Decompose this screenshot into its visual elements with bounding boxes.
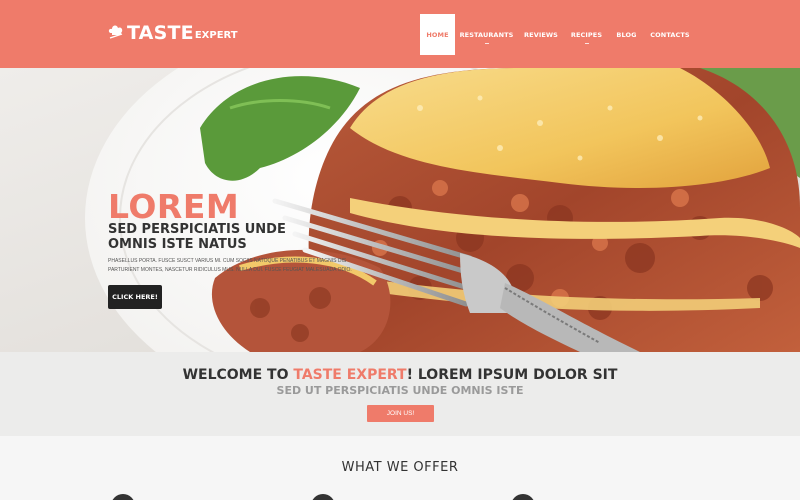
site-header: TASTE EXPERT HOME RESTAURANTS REVIEWS RE… — [0, 0, 800, 68]
main-nav: HOME RESTAURANTS REVIEWS RECIPES BLOG CO… — [420, 14, 696, 55]
nav-item-blog[interactable]: BLOG — [609, 14, 644, 55]
nav-item-reviews[interactable]: REVIEWS — [518, 14, 564, 55]
welcome-title-pre: WELCOME TO — [182, 367, 294, 383]
nav-item-restaurants[interactable]: RESTAURANTS — [455, 14, 518, 55]
offer-section: WHAT WE OFFER — [0, 436, 800, 500]
logo-text: TASTE — [127, 22, 194, 44]
chef-hat-icon — [108, 25, 123, 39]
nav-item-home[interactable]: HOME — [420, 14, 455, 55]
logo-subtext: EXPERT — [194, 30, 238, 41]
logo[interactable]: TASTE EXPERT — [108, 22, 238, 44]
hero-title: LOREM — [108, 187, 240, 226]
welcome-title-post: ! LOREM IPSUM DOLOR SIT — [406, 367, 618, 383]
join-us-button[interactable]: JOIN US! — [367, 405, 434, 422]
offer-icon — [511, 494, 535, 500]
submenu-indicator — [584, 43, 589, 44]
submenu-indicator — [484, 43, 489, 44]
offer-title: WHAT WE OFFER — [341, 460, 459, 475]
welcome-section: WELCOME TO TASTE EXPERT! LOREM IPSUM DOL… — [0, 352, 800, 436]
hero-text: PHASELLUS PORTA. FUSCE SUSCT VARIUS MI. … — [108, 258, 352, 273]
welcome-title: WELCOME TO TASTE EXPERT! LOREM IPSUM DOL… — [0, 367, 800, 383]
hero-subtitle: SED PERSPICIATIS UNDE OMNIS ISTE NATUS — [108, 222, 286, 252]
nav-item-restaurants-label: RESTAURANTS — [459, 30, 514, 39]
hero-slider: LOREM SED PERSPICIATIS UNDE OMNIS ISTE N… — [0, 68, 800, 352]
offer-icon — [311, 494, 335, 500]
offer-icon — [111, 494, 135, 500]
nav-item-recipes[interactable]: RECIPES — [564, 14, 609, 55]
welcome-subtitle: SED UT PERSPICIATIS UNDE OMNIS ISTE — [276, 384, 524, 397]
nav-item-recipes-label: RECIPES — [570, 30, 603, 39]
welcome-title-accent: TASTE EXPERT — [293, 367, 407, 383]
nav-item-contacts[interactable]: CONTACTS — [644, 14, 696, 55]
click-here-button[interactable]: CLICK HERE! — [108, 285, 162, 309]
